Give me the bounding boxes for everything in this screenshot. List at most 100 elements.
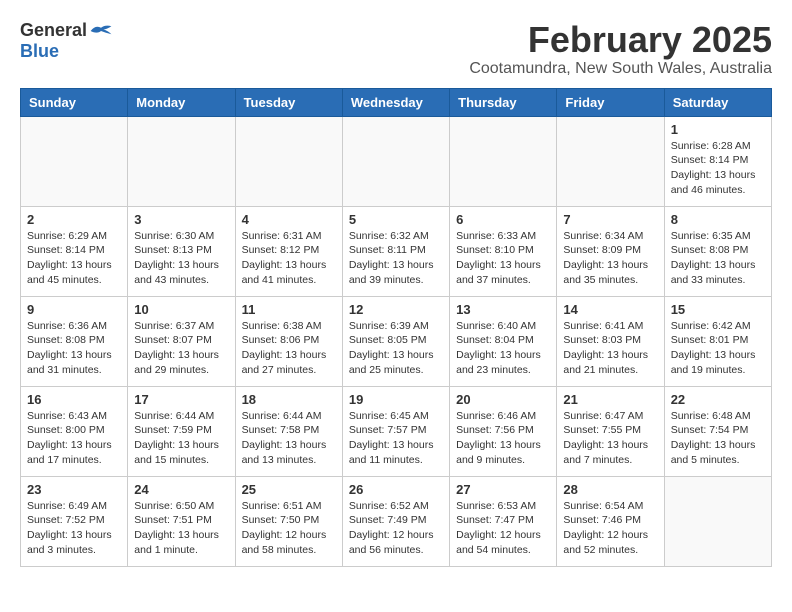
day-number: 28 [563, 482, 657, 497]
calendar-day-27: 27Sunrise: 6:53 AM Sunset: 7:47 PM Dayli… [450, 476, 557, 566]
empty-cell [235, 116, 342, 206]
calendar-day-16: 16 Sunrise: 6:43 AM Sunset: 8:00 PM Dayli… [21, 386, 128, 476]
day-info: Sunrise: 6:40 AM Sunset: 8:04 PM Dayligh… [456, 319, 550, 378]
calendar-table: SundayMondayTuesdayWednesdayThursdayFrid… [20, 88, 772, 567]
day-number: 8 [671, 212, 765, 227]
calendar-day-9: 9 Sunrise: 6:36 AM Sunset: 8:08 PM Daylig… [21, 296, 128, 386]
day-number: 23 [27, 482, 121, 497]
day-number: 13 [456, 302, 550, 317]
calendar-day-25: 25 Sunrise: 6:51 AM Sunset: 7:50 PM Dayli… [235, 476, 342, 566]
day-number: 22 [671, 392, 765, 407]
day-info: Sunrise: 6:47 AM Sunset: 7:55 PM Dayligh… [563, 409, 657, 468]
day-info: Sunrise: 6:41 AM Sunset: 8:03 PM Dayligh… [563, 319, 657, 378]
day-info: Sunrise: 6:45 AM Sunset: 7:57 PM Dayligh… [349, 409, 443, 468]
day-info: Sunrise: 6:35 AM Sunset: 8:08 PM Dayligh… [671, 229, 765, 288]
logo-blue-text: Blue [20, 41, 59, 62]
calendar-day-18: 18 Sunrise: 6:44 AM Sunset: 7:58 PM Dayli… [235, 386, 342, 476]
calendar-day-8: 8 Sunrise: 6:35 AM Sunset: 8:08 PM Daylig… [664, 206, 771, 296]
calendar-day-6: 6 Sunrise: 6:33 AM Sunset: 8:10 PM Daylig… [450, 206, 557, 296]
day-number: 10 [134, 302, 228, 317]
calendar-week-2: 2Sunrise: 6:29 AM Sunset: 8:14 PM Daylig… [21, 206, 772, 296]
day-info: Sunrise: 6:53 AM Sunset: 7:47 PM Dayligh… [456, 499, 550, 558]
day-number: 4 [242, 212, 336, 227]
day-info: Sunrise: 6:28 AM Sunset: 8:14 PM Dayligh… [671, 139, 765, 198]
calendar-week-4: 16 Sunrise: 6:43 AM Sunset: 8:00 PM Dayli… [21, 386, 772, 476]
day-info: Sunrise: 6:51 AM Sunset: 7:50 PM Dayligh… [242, 499, 336, 558]
day-info: Sunrise: 6:32 AM Sunset: 8:11 PM Dayligh… [349, 229, 443, 288]
day-number: 9 [27, 302, 121, 317]
logo-bird-icon [89, 22, 113, 40]
calendar-header-saturday: Saturday [664, 88, 771, 116]
calendar-day-10: 10 Sunrise: 6:37 AM Sunset: 8:07 PM Dayli… [128, 296, 235, 386]
empty-cell [450, 116, 557, 206]
logo-general-text: General [20, 20, 87, 41]
calendar-header-wednesday: Wednesday [342, 88, 449, 116]
calendar-day-4: 4 Sunrise: 6:31 AM Sunset: 8:12 PM Daylig… [235, 206, 342, 296]
day-info: Sunrise: 6:50 AM Sunset: 7:51 PM Dayligh… [134, 499, 228, 558]
day-info: Sunrise: 6:43 AM Sunset: 8:00 PM Dayligh… [27, 409, 121, 468]
empty-cell [342, 116, 449, 206]
calendar-day-3: 3 Sunrise: 6:30 AM Sunset: 8:13 PM Daylig… [128, 206, 235, 296]
calendar-day-11: 11 Sunrise: 6:38 AM Sunset: 8:06 PM Dayli… [235, 296, 342, 386]
calendar-header-thursday: Thursday [450, 88, 557, 116]
day-info: Sunrise: 6:30 AM Sunset: 8:13 PM Dayligh… [134, 229, 228, 288]
day-number: 25 [242, 482, 336, 497]
day-info: Sunrise: 6:37 AM Sunset: 8:07 PM Dayligh… [134, 319, 228, 378]
calendar-day-19: 19 Sunrise: 6:45 AM Sunset: 7:57 PM Dayli… [342, 386, 449, 476]
day-number: 26 [349, 482, 443, 497]
day-info: Sunrise: 6:44 AM Sunset: 7:58 PM Dayligh… [242, 409, 336, 468]
calendar-day-28: 28 Sunrise: 6:54 AM Sunset: 7:46 PM Dayli… [557, 476, 664, 566]
day-number: 16 [27, 392, 121, 407]
calendar-day-15: 15Sunrise: 6:42 AM Sunset: 8:01 PM Dayli… [664, 296, 771, 386]
day-number: 7 [563, 212, 657, 227]
calendar-day-12: 12Sunrise: 6:39 AM Sunset: 8:05 PM Dayli… [342, 296, 449, 386]
calendar-header-friday: Friday [557, 88, 664, 116]
day-info: Sunrise: 6:31 AM Sunset: 8:12 PM Dayligh… [242, 229, 336, 288]
calendar-header-tuesday: Tuesday [235, 88, 342, 116]
calendar-header-row: SundayMondayTuesdayWednesdayThursdayFrid… [21, 88, 772, 116]
calendar-day-23: 23 Sunrise: 6:49 AM Sunset: 7:52 PM Dayli… [21, 476, 128, 566]
calendar-week-5: 23 Sunrise: 6:49 AM Sunset: 7:52 PM Dayli… [21, 476, 772, 566]
calendar-day-26: 26Sunrise: 6:52 AM Sunset: 7:49 PM Dayli… [342, 476, 449, 566]
empty-cell [21, 116, 128, 206]
day-number: 5 [349, 212, 443, 227]
calendar-day-24: 24 Sunrise: 6:50 AM Sunset: 7:51 PM Dayli… [128, 476, 235, 566]
day-number: 20 [456, 392, 550, 407]
day-number: 17 [134, 392, 228, 407]
day-info: Sunrise: 6:44 AM Sunset: 7:59 PM Dayligh… [134, 409, 228, 468]
calendar-day-21: 21 Sunrise: 6:47 AM Sunset: 7:55 PM Dayli… [557, 386, 664, 476]
day-number: 24 [134, 482, 228, 497]
day-info: Sunrise: 6:48 AM Sunset: 7:54 PM Dayligh… [671, 409, 765, 468]
day-number: 14 [563, 302, 657, 317]
day-number: 11 [242, 302, 336, 317]
day-info: Sunrise: 6:38 AM Sunset: 8:06 PM Dayligh… [242, 319, 336, 378]
day-info: Sunrise: 6:36 AM Sunset: 8:08 PM Dayligh… [27, 319, 121, 378]
calendar-day-5: 5 Sunrise: 6:32 AM Sunset: 8:11 PM Daylig… [342, 206, 449, 296]
day-number: 18 [242, 392, 336, 407]
day-number: 1 [671, 122, 765, 137]
day-info: Sunrise: 6:54 AM Sunset: 7:46 PM Dayligh… [563, 499, 657, 558]
empty-cell [128, 116, 235, 206]
month-title: February 2025 [469, 20, 772, 60]
day-number: 6 [456, 212, 550, 227]
day-number: 19 [349, 392, 443, 407]
day-number: 21 [563, 392, 657, 407]
calendar-header-sunday: Sunday [21, 88, 128, 116]
day-info: Sunrise: 6:39 AM Sunset: 8:05 PM Dayligh… [349, 319, 443, 378]
day-info: Sunrise: 6:46 AM Sunset: 7:56 PM Dayligh… [456, 409, 550, 468]
day-info: Sunrise: 6:49 AM Sunset: 7:52 PM Dayligh… [27, 499, 121, 558]
calendar-day-22: 22 Sunrise: 6:48 AM Sunset: 7:54 PM Dayli… [664, 386, 771, 476]
day-info: Sunrise: 6:34 AM Sunset: 8:09 PM Dayligh… [563, 229, 657, 288]
location-title: Cootamundra, New South Wales, Australia [469, 60, 772, 78]
empty-cell [664, 476, 771, 566]
calendar-day-2: 2Sunrise: 6:29 AM Sunset: 8:14 PM Daylig… [21, 206, 128, 296]
empty-cell [557, 116, 664, 206]
calendar-week-3: 9 Sunrise: 6:36 AM Sunset: 8:08 PM Daylig… [21, 296, 772, 386]
logo: General Blue [20, 20, 113, 62]
day-number: 3 [134, 212, 228, 227]
calendar-day-14: 14 Sunrise: 6:41 AM Sunset: 8:03 PM Dayli… [557, 296, 664, 386]
calendar-day-13: 13 Sunrise: 6:40 AM Sunset: 8:04 PM Dayli… [450, 296, 557, 386]
day-number: 15 [671, 302, 765, 317]
day-info: Sunrise: 6:33 AM Sunset: 8:10 PM Dayligh… [456, 229, 550, 288]
page-header: General Blue February 2025 Cootamundra, … [20, 20, 772, 78]
